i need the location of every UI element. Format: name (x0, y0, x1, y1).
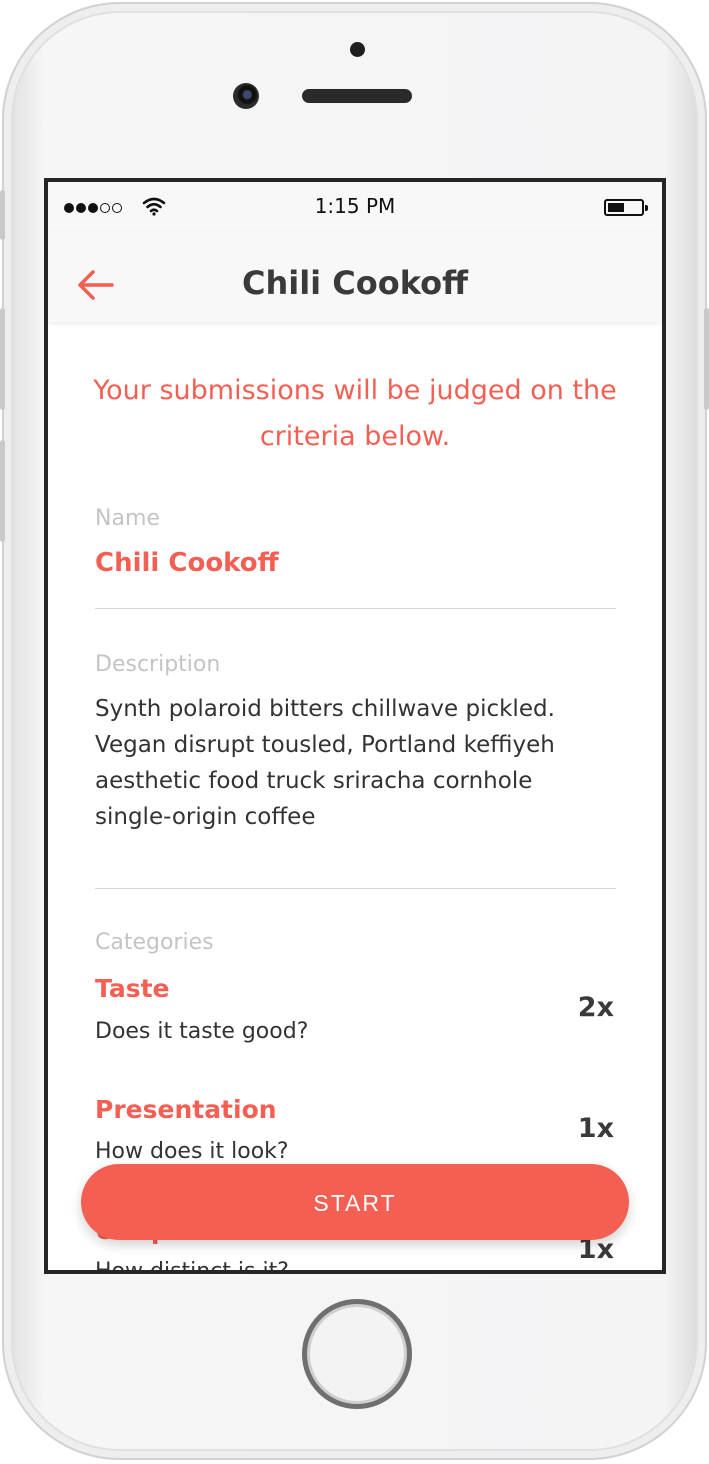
navigation-bar: Chili Cookoff (48, 232, 662, 322)
category-description: Does it taste good? (95, 1019, 309, 1044)
description-line: Synth polaroid bitters chillwave pickled… (95, 696, 555, 722)
start-button[interactable]: START (81, 1164, 629, 1240)
page-title: Chili Cookoff (241, 264, 469, 302)
battery-icon (604, 199, 648, 216)
status-bar: 1:15 PM (48, 182, 662, 232)
category-weight: 2x (577, 992, 614, 1023)
description-text: Synth polaroid bitters chillwave pickled… (95, 691, 615, 835)
divider (95, 608, 616, 609)
category-title: Taste (95, 974, 170, 1003)
name-label: Name (95, 506, 160, 531)
categories-label: Categories (95, 930, 214, 955)
description-label: Description (95, 652, 221, 677)
screen: 1:15 PM Chili Cookoff Your submissions w… (44, 178, 666, 1274)
category-description: How distinct is it? (95, 1259, 289, 1274)
name-value: Chili Cookoff (95, 548, 279, 578)
home-button[interactable] (302, 1299, 412, 1409)
description-line: single-origin coffee (95, 804, 316, 830)
description-line: Vegan disrupt tousled, Portland keffiyeh (95, 732, 555, 758)
category-weight: 1x (577, 1113, 614, 1144)
sensor-dot (350, 42, 365, 57)
status-time: 1:15 PM (314, 194, 396, 218)
power-button (704, 308, 709, 410)
volume-up-button (0, 308, 5, 410)
mute-switch (0, 190, 5, 240)
category-description: How does it look? (95, 1139, 289, 1164)
front-camera (233, 83, 259, 109)
intro-text: Your submissions will be judged on the c… (93, 375, 617, 452)
divider (95, 888, 616, 889)
description-line: aesthetic food truck sriracha cornhole (95, 768, 533, 794)
earpiece-speaker (302, 89, 412, 103)
category-title: Presentation (95, 1095, 277, 1124)
volume-down-button (0, 440, 5, 542)
